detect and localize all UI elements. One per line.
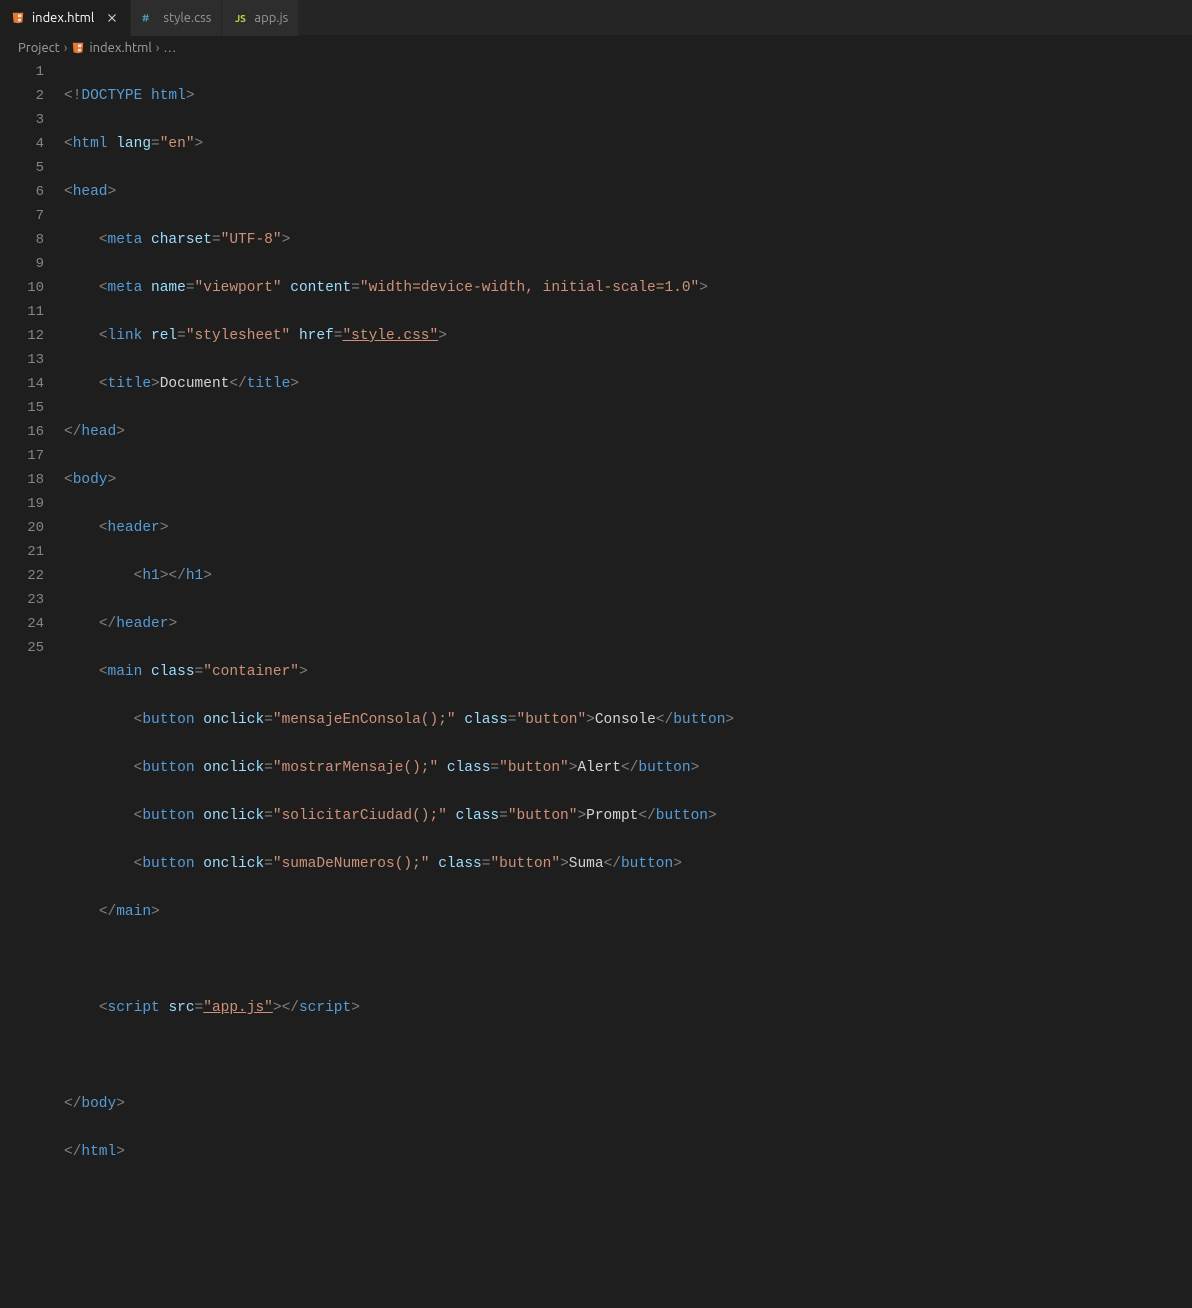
file-css-icon: # xyxy=(141,10,157,26)
file-js-icon: JS xyxy=(232,10,248,26)
svg-text:#: # xyxy=(142,12,149,24)
breadcrumb-ellipsis[interactable]: … xyxy=(163,41,176,55)
line-number-gutter: 1234567891011121314151617181920212223242… xyxy=(0,60,64,660)
tab-label: index.html xyxy=(32,11,94,25)
chevron-right-icon: › xyxy=(64,41,68,55)
tab-style-css[interactable]: # style.css xyxy=(131,0,222,36)
code-editor[interactable]: 1234567891011121314151617181920212223242… xyxy=(0,60,1192,660)
breadcrumb: Project › index.html › … xyxy=(0,36,1192,60)
breadcrumb-root[interactable]: Project xyxy=(18,41,60,55)
file-html-icon xyxy=(71,41,85,55)
code-content[interactable]: <!DOCTYPE html> <html lang="en"> <head> … xyxy=(64,60,1192,660)
tab-label: style.css xyxy=(163,11,211,25)
file-html-icon xyxy=(10,10,26,26)
tab-app-js[interactable]: JS app.js xyxy=(222,0,299,36)
breadcrumb-file[interactable]: index.html xyxy=(89,41,151,55)
close-icon[interactable] xyxy=(104,10,120,26)
tab-label: app.js xyxy=(254,11,288,25)
editor-tabs: index.html # style.css JS app.js xyxy=(0,0,1192,36)
tab-index-html[interactable]: index.html xyxy=(0,0,131,36)
chevron-right-icon: › xyxy=(156,41,160,55)
